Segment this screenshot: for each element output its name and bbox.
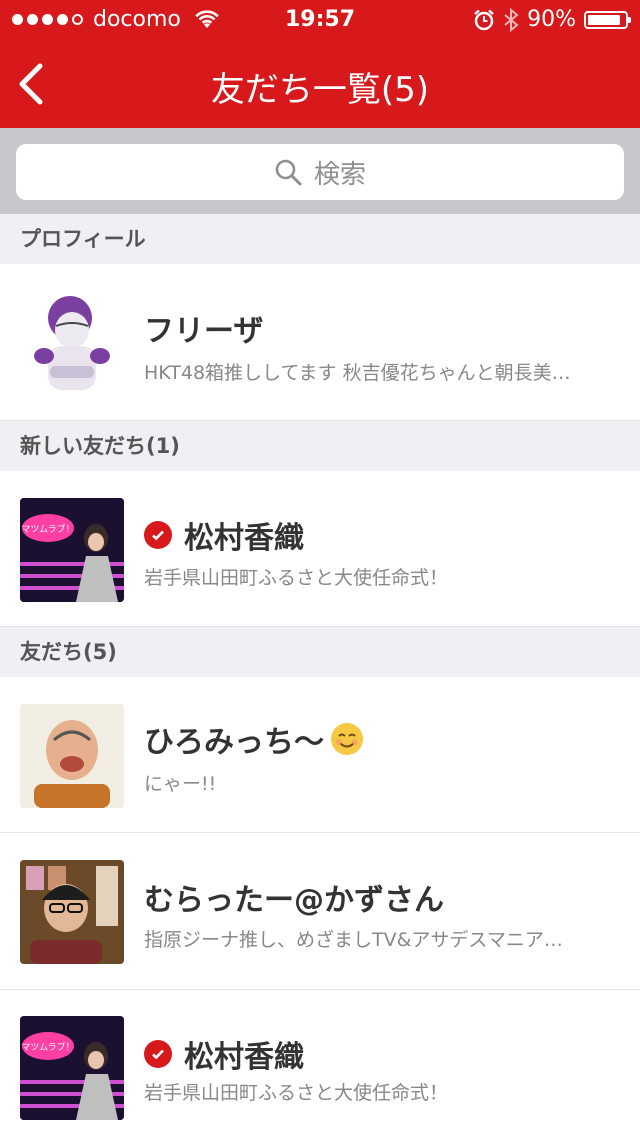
status-bar: docomo 19:57 90% [0,0,640,40]
avatar-image [20,704,124,808]
list-item[interactable]: ひろみっち〜 にゃー!! [0,677,640,833]
avatar [20,290,124,394]
search-input[interactable]: 検索 [16,144,624,200]
battery-icon [584,10,631,29]
friend-name: ひろみっち〜 [144,717,364,761]
friend-status: 岩手県山田町ふるさと大使任命式！ [144,567,449,589]
svg-text:マツムラブ！: マツムラブ！ [21,523,74,535]
verified-check-icon [144,1040,172,1068]
friend-name-text: むらったー@かずさん [144,883,444,918]
avatar [20,704,124,808]
list-item[interactable]: マツムラブ！ 松村香織 岩手県山田町ふるさと大使任命式！ [0,471,640,627]
profile-status: HKT48箱推ししてます 秋吉優花ちゃんと朝長美… [144,362,571,384]
verified-check-icon [144,521,172,549]
avatar-image: マツムラブ！ [20,1016,124,1120]
page-title: 友だち一覧(5) [210,70,430,110]
friend-status: にゃー!! [144,773,217,795]
avatar: マツムラブ！ [20,498,124,602]
search-icon [275,159,302,186]
list-item[interactable]: むらったー@かずさん 指原ジーナ推し、めざましTV&アサデスマニア… [0,833,640,990]
profile-name: フリーザ [144,314,264,349]
friend-name-text: 松村香織 [184,521,304,556]
profile-row[interactable]: フリーザ HKT48箱推ししてます 秋吉優花ちゃんと朝長美… [0,264,640,421]
friend-name: 松村香織 [144,513,304,557]
section-header-profile: プロフィール [0,214,640,264]
friend-name-text: ひろみっち〜 [144,725,324,760]
friend-name: 松村香織 [144,1032,304,1076]
search-bar: 検索 [0,128,640,214]
friend-status: 岩手県山田町ふるさと大使任命式！ [144,1082,449,1104]
avatar-image [20,860,124,964]
bluetooth-icon [504,7,519,32]
friend-name: むらったー@かずさん [144,875,444,919]
avatar [20,860,124,964]
alarm-icon [474,9,494,30]
section-header-friends: 友だち(5) [0,627,640,677]
list-item[interactable]: マツムラブ！ 松村香織 岩手県山田町ふるさと大使任命式！ [0,990,640,1136]
svg-text:マツムラブ！: マツムラブ！ [21,1041,74,1053]
section-header-new-friends: 新しい友だち(1) [0,421,640,471]
search-placeholder: 検索 [313,159,366,190]
avatar-image: マツムラブ！ [20,498,124,602]
status-right: 90% [473,7,631,32]
battery-percent: 90% [527,7,576,32]
friend-name-text: 松村香織 [184,1040,304,1075]
profile-avatar-image [20,290,124,394]
avatar: マツムラブ！ [20,1016,124,1120]
friend-status: 指原ジーナ推し、めざましTV&アサデスマニア… [144,929,563,951]
battery-fill [588,14,621,25]
smiling-face-icon [331,723,363,755]
navigation-bar: 友だち一覧(5) [0,40,640,128]
header: docomo 19:57 90% 友だち一覧(5) [0,0,640,128]
